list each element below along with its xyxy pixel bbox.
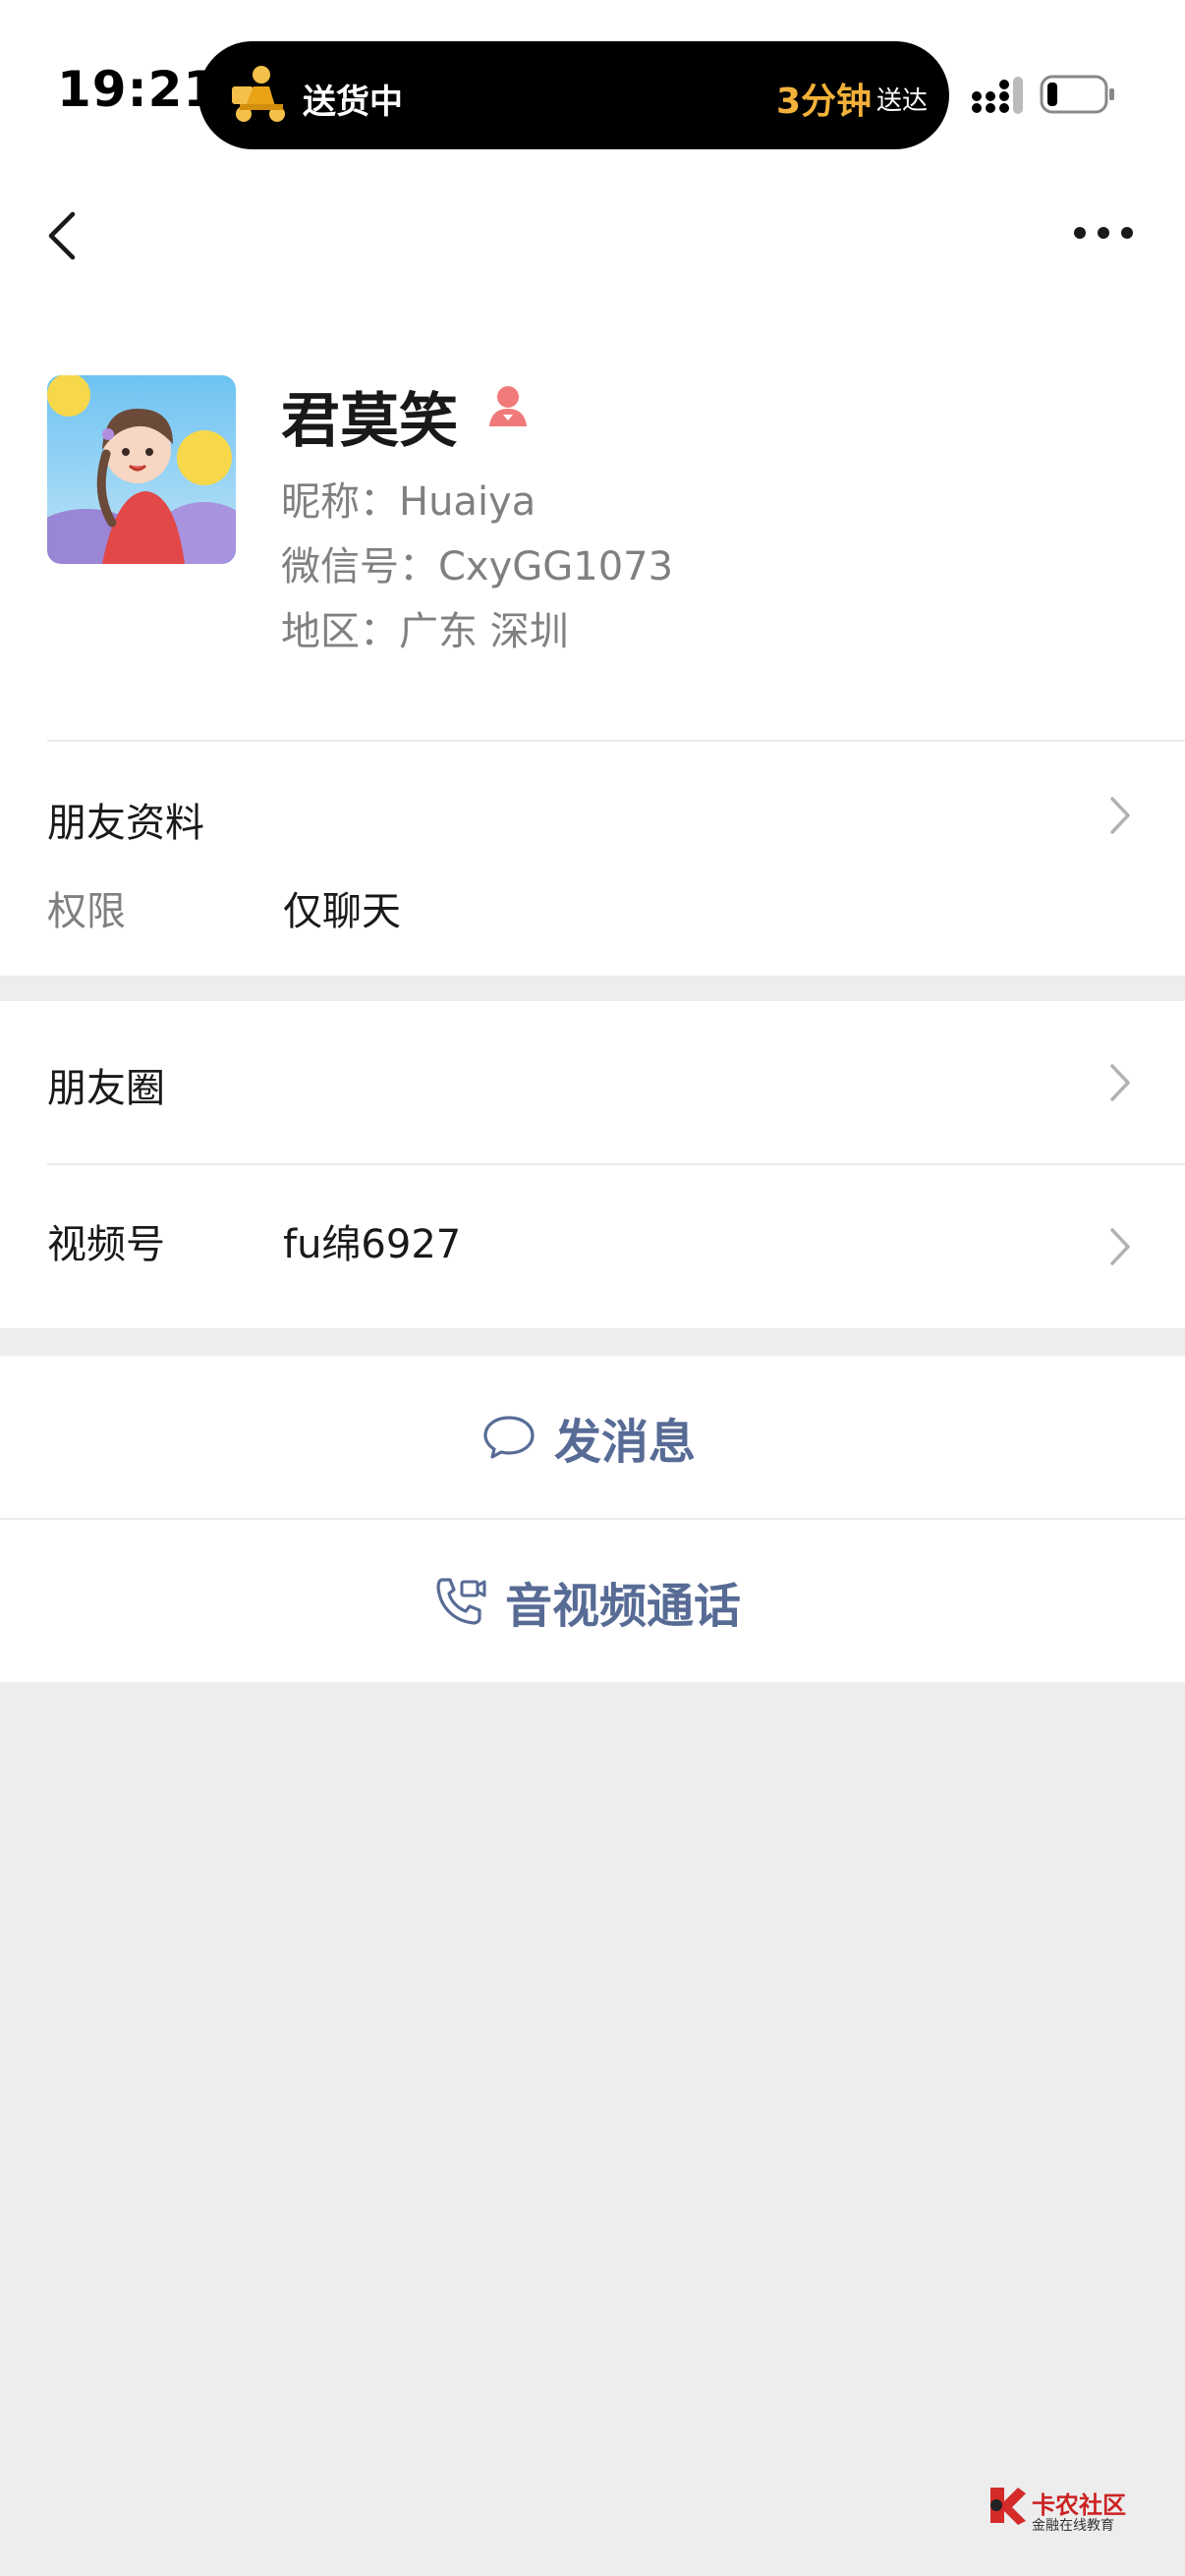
female-gender-icon — [489, 386, 527, 426]
delivery-eta-suffix: 送达 — [876, 86, 929, 116]
permission-value: 仅聊天 — [283, 889, 401, 934]
nickname-line: 昵称：Huaiya — [281, 479, 536, 525]
wechat-id-line: 微信号：CxyGG1073 — [281, 544, 674, 589]
moments-row[interactable]: 朋友圈 — [0, 1001, 1185, 1163]
moments-channels-section: 朋友圈 视频号 fu绵6927 — [0, 1001, 1185, 1328]
profile-header: 君莫笑 昵称：Huaiya 微信号：CxyGG1073 地区：广东 深圳 — [0, 295, 1185, 742]
send-message-button[interactable]: 发消息 — [0, 1356, 1185, 1518]
region-line: 地区：广东 深圳 — [281, 609, 569, 654]
channels-value: fu绵6927 — [283, 1222, 462, 1267]
permission-label: 权限 — [47, 889, 126, 934]
channels-row[interactable]: 视频号 fu绵6927 — [0, 1165, 1185, 1328]
delivery-scooter-icon — [232, 66, 285, 122]
delivery-status-text: 送货中 — [303, 83, 403, 122]
battery-icon — [1040, 75, 1114, 114]
cellular-signal-icon — [972, 77, 1023, 114]
back-arrow-icon[interactable] — [39, 206, 88, 265]
status-time: 19:21 — [57, 61, 219, 118]
watermark-subtitle: 金融在线教育 — [1032, 2518, 1114, 2534]
chat-bubble-icon — [483, 1415, 535, 1459]
avatar-image — [47, 375, 236, 564]
chevron-right-icon — [1110, 797, 1130, 834]
chevron-right-icon — [1110, 1228, 1130, 1265]
friend-info-section[interactable]: 朋友资料 权限 仅聊天 — [0, 742, 1185, 976]
contact-name: 君莫笑 — [281, 387, 458, 456]
moments-title: 朋友圈 — [47, 1066, 165, 1111]
avatar[interactable] — [47, 375, 236, 564]
friend-info-title: 朋友资料 — [47, 801, 204, 846]
send-message-label: 发消息 — [554, 1414, 697, 1470]
video-call-button[interactable]: 音视频通话 — [0, 1520, 1185, 1682]
phone-video-icon — [436, 1577, 486, 1625]
status-bar: 19:21 送货中 3分钟 送达 — [0, 0, 1185, 167]
delivery-eta: 3分钟 — [776, 82, 873, 122]
nav-bar — [0, 167, 1185, 295]
kanong-logo-icon — [990, 2488, 1026, 2525]
chevron-right-icon — [1110, 1064, 1130, 1101]
channels-title: 视频号 — [47, 1222, 165, 1267]
video-call-label: 音视频通话 — [505, 1578, 742, 1634]
more-options-icon[interactable] — [1071, 218, 1136, 248]
dynamic-island-delivery[interactable]: 送货中 3分钟 送达 — [198, 41, 949, 149]
